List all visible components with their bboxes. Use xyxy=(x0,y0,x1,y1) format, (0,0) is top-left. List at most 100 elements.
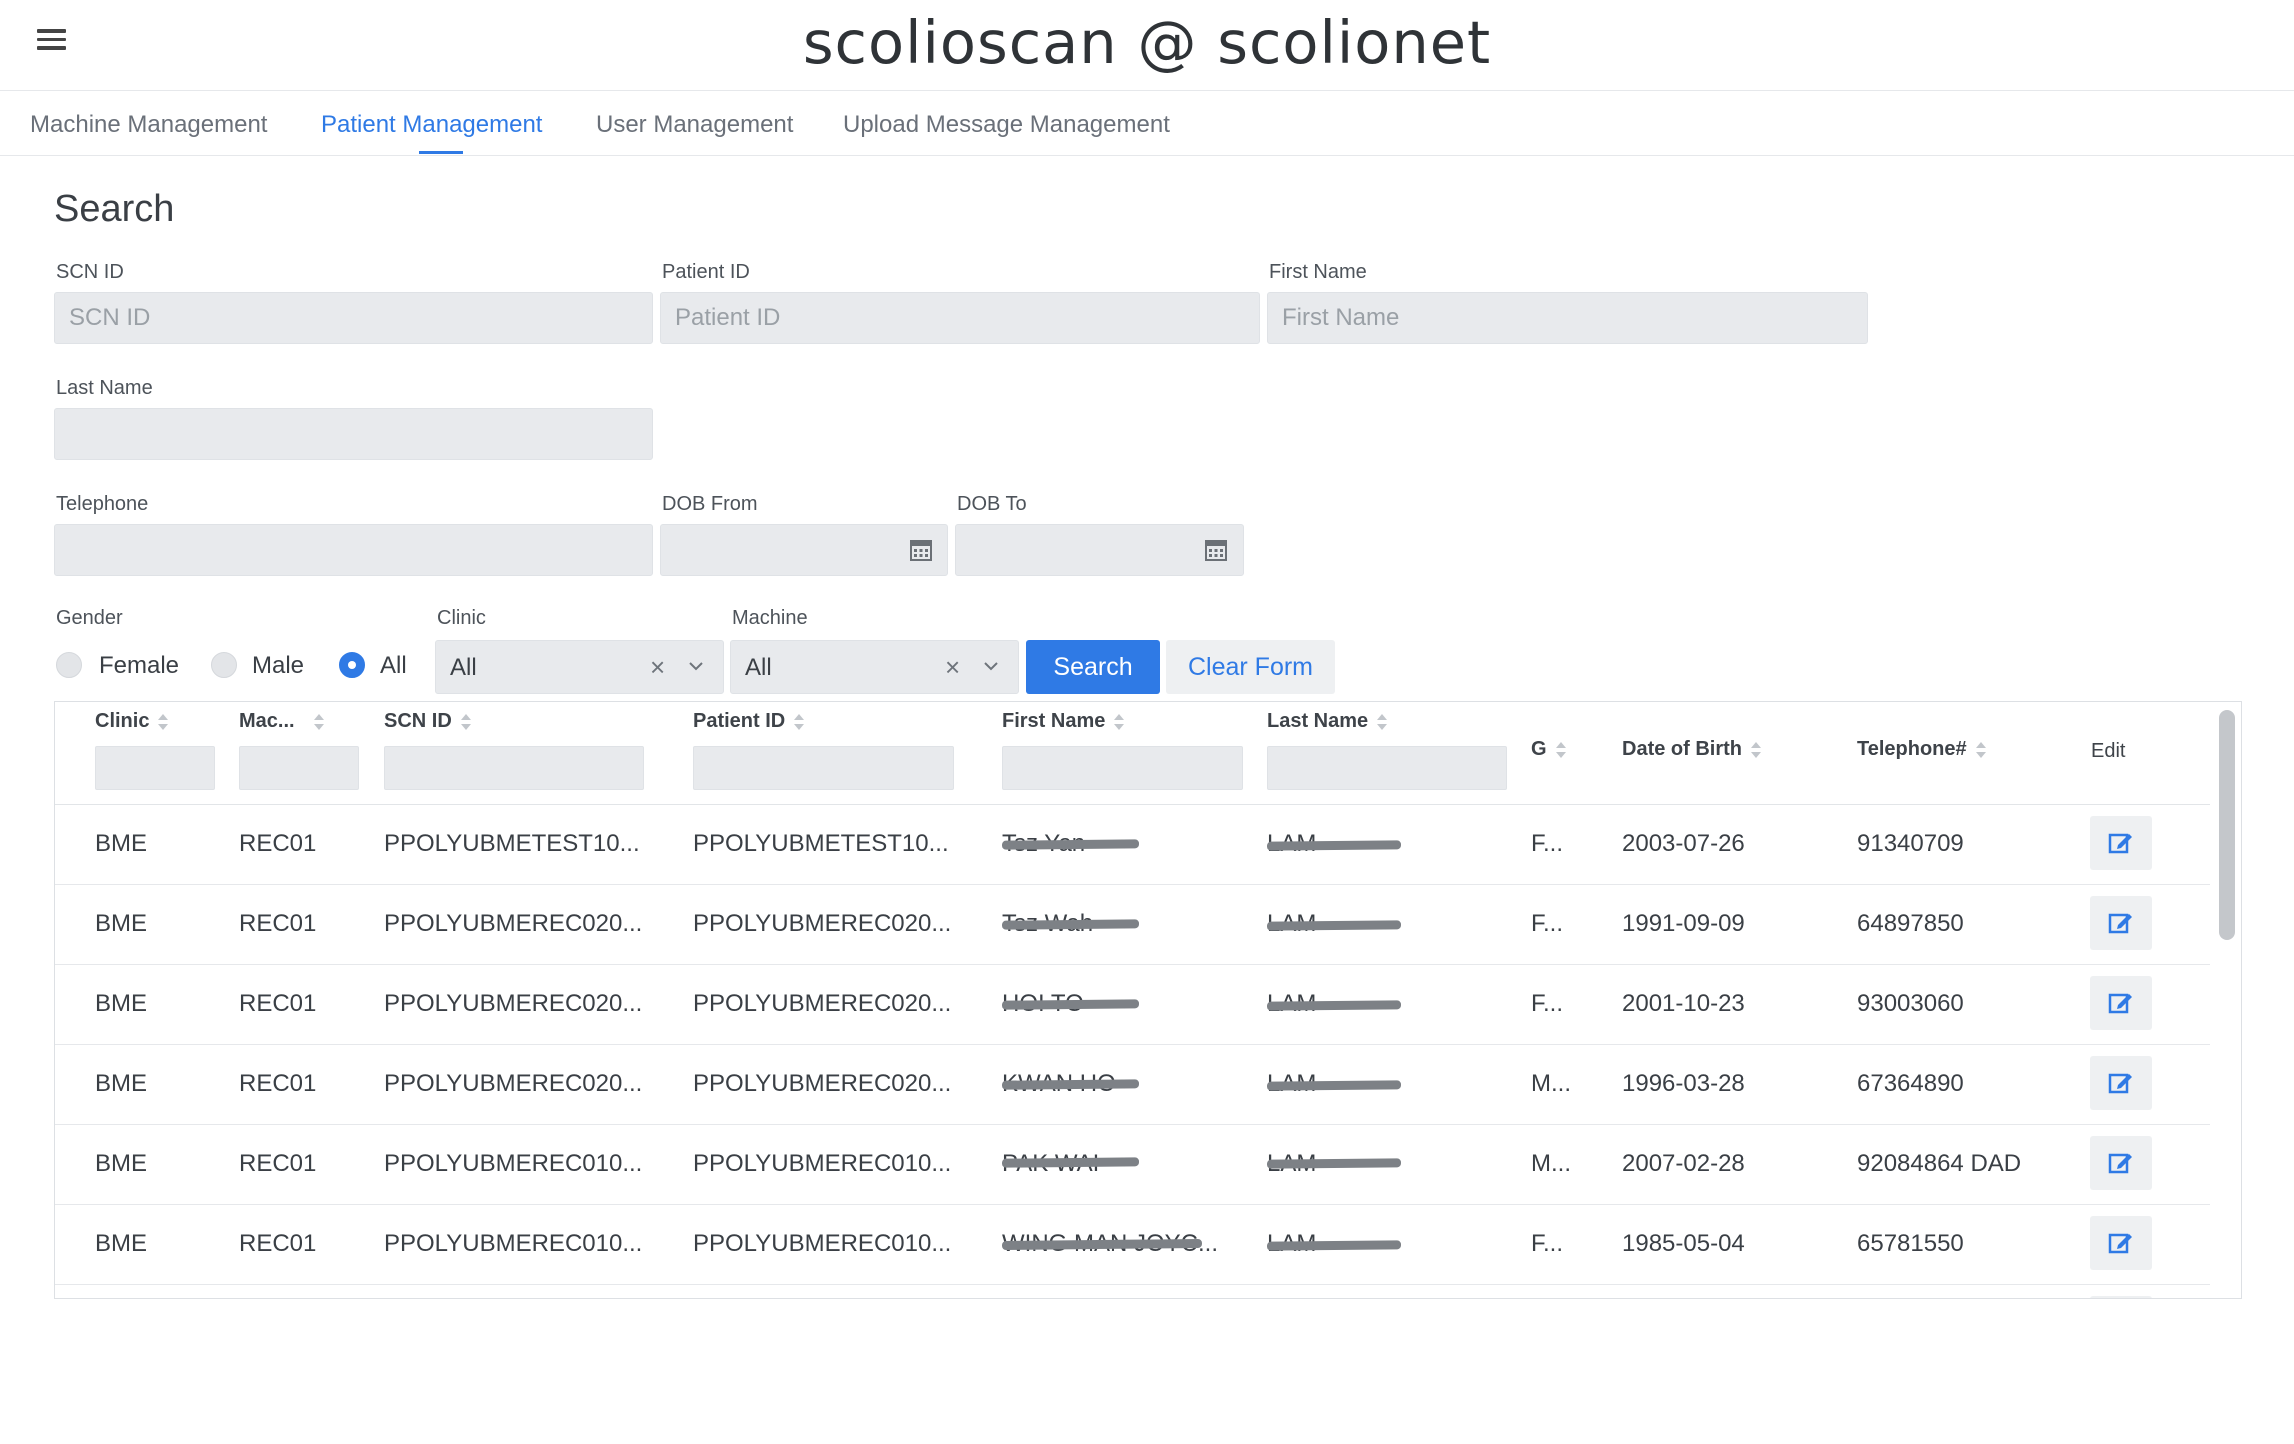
filter-patient-id-input[interactable] xyxy=(693,746,954,790)
clinic-select-value: All xyxy=(450,654,477,681)
filter-first-name-input[interactable] xyxy=(1002,746,1243,790)
column-header-label: Clinic xyxy=(95,710,150,732)
cell-patient-id: PPOLYUBMETEST10... xyxy=(693,830,949,857)
cell-scn-id: PPOLYUBMEREC010... xyxy=(384,1230,643,1257)
telephone-input[interactable] xyxy=(54,524,653,576)
column-header-edit: Edit xyxy=(2091,740,2126,762)
filter-scn-id-input[interactable] xyxy=(384,746,644,790)
redaction-mark xyxy=(1001,999,1140,1010)
close-icon[interactable]: × xyxy=(650,652,665,683)
calendar-icon[interactable] xyxy=(1205,539,1227,561)
patient-id-label: Patient ID xyxy=(662,261,750,283)
table-scrollbar[interactable] xyxy=(2219,710,2235,940)
cell-patient-id: PPOLYUBMEREC020... xyxy=(693,1070,952,1097)
edit-icon xyxy=(2108,833,2132,854)
sort-icon[interactable] xyxy=(1113,713,1125,731)
cell-patient-id: PPOLYUBMEREC010... xyxy=(693,1230,952,1257)
column-header-date-of-birth[interactable]: Date of Birth xyxy=(1622,738,1762,761)
telephone-label: Telephone xyxy=(56,493,149,515)
cell-dob: 2007-02-28 xyxy=(1622,1150,1745,1177)
column-header-gender[interactable]: G xyxy=(1531,738,1567,761)
column-header-patient-id[interactable]: Patient ID xyxy=(693,710,805,733)
cell-clinic: BME xyxy=(95,910,148,937)
edit-button[interactable] xyxy=(2090,1296,2152,1298)
edit-button[interactable] xyxy=(2090,1056,2152,1110)
tab-patient-management[interactable]: Patient Management xyxy=(321,111,542,139)
calendar-icon[interactable] xyxy=(910,539,932,561)
dob-from-input[interactable] xyxy=(660,524,948,576)
cell-machine: REC01 xyxy=(239,1150,317,1177)
column-header-label: G xyxy=(1531,738,1547,760)
cell-gender: M... xyxy=(1531,1150,1571,1177)
column-header-clinic[interactable]: Clinic xyxy=(95,710,169,733)
tab-machine-management[interactable]: Machine Management xyxy=(30,111,267,139)
clinic-select[interactable]: All × xyxy=(435,640,724,694)
close-icon[interactable]: × xyxy=(945,652,960,683)
patient-id-input[interactable] xyxy=(660,292,1260,344)
redaction-mark xyxy=(1266,1158,1402,1169)
search-button[interactable]: Search xyxy=(1026,640,1160,694)
cell-scn-id: PPOLYUBMEREC020... xyxy=(384,1070,643,1097)
table-row[interactable]: BME REC01 PPOLYUBMEREC010... PPOLYUBMERE… xyxy=(55,1204,2210,1285)
last-name-input[interactable] xyxy=(54,408,653,460)
edit-button[interactable] xyxy=(2090,896,2152,950)
tab-bar: Machine Management Patient Management Us… xyxy=(0,91,2294,156)
column-header-label: Patient ID xyxy=(693,710,786,732)
column-header-telephone[interactable]: Telephone# xyxy=(1857,738,1987,761)
column-header-machine[interactable]: Mac... xyxy=(239,710,325,733)
redaction-mark xyxy=(1266,1000,1402,1011)
filter-last-name-input[interactable] xyxy=(1267,746,1507,790)
app-title: scolioscan @ scolionet xyxy=(802,8,1492,77)
tab-upload-message-management[interactable]: Upload Message Management xyxy=(843,111,1170,139)
gender-female-label[interactable]: Female xyxy=(99,652,179,680)
dob-to-input[interactable] xyxy=(955,524,1244,576)
gender-all-label[interactable]: All xyxy=(380,652,407,680)
sort-icon[interactable] xyxy=(460,713,472,731)
redaction-mark xyxy=(1266,920,1402,931)
gender-all-radio[interactable] xyxy=(339,652,365,678)
gender-label: Gender xyxy=(56,607,123,629)
filter-clinic-input[interactable] xyxy=(95,746,215,790)
gender-female-radio[interactable] xyxy=(56,652,82,678)
table-row[interactable]: BME REC01 PPOLYUBMEREC010... PPOLYUBMERE… xyxy=(55,1124,2210,1205)
chevron-down-icon[interactable] xyxy=(984,659,998,673)
scn-id-input[interactable] xyxy=(54,292,653,344)
table-row[interactable]: BME REC01 PPOLYUBMEREC020... PPOLYUBMERE… xyxy=(55,884,2210,965)
machine-select[interactable]: All × xyxy=(730,640,1019,694)
table-row[interactable]: BME REC01 PPOLYUBMETEST10... PPOLYUBMETE… xyxy=(55,804,2210,885)
cell-scn-id: PPOLYUBMEREC020... xyxy=(384,910,643,937)
cell-dob: 1985-05-04 xyxy=(1622,1230,1745,1257)
sort-icon[interactable] xyxy=(313,713,325,731)
sort-icon[interactable] xyxy=(1750,741,1762,759)
clear-form-button[interactable]: Clear Form xyxy=(1166,640,1335,694)
filter-machine-input[interactable] xyxy=(239,746,359,790)
sort-icon[interactable] xyxy=(1376,713,1388,731)
gender-male-radio[interactable] xyxy=(211,652,237,678)
sort-icon[interactable] xyxy=(1975,741,1987,759)
table-header: Clinic Mac... SCN ID Patient ID First Na… xyxy=(55,702,2210,805)
gender-male-label[interactable]: Male xyxy=(252,652,304,680)
clinic-label: Clinic xyxy=(437,607,486,629)
search-section-title: Search xyxy=(54,188,175,230)
edit-button[interactable] xyxy=(2090,976,2152,1030)
column-header-last-name[interactable]: Last Name xyxy=(1267,710,1388,733)
edit-button[interactable] xyxy=(2090,1216,2152,1270)
table-row[interactable]: BME REC01 PPOLYUBMEREC020... PPOLYUBMERE… xyxy=(55,964,2210,1045)
cell-scn-id: PPOLYUBMEREC020... xyxy=(384,990,643,1017)
sort-icon[interactable] xyxy=(157,713,169,731)
tab-user-management[interactable]: User Management xyxy=(596,111,793,139)
cell-clinic: BME xyxy=(95,830,148,857)
column-header-first-name[interactable]: First Name xyxy=(1002,710,1125,733)
sort-icon[interactable] xyxy=(1555,741,1567,759)
cell-gender: F... xyxy=(1531,1230,1564,1257)
cell-patient-id: PPOLYUBMEREC020... xyxy=(693,910,952,937)
sort-icon[interactable] xyxy=(793,713,805,731)
first-name-input[interactable] xyxy=(1267,292,1868,344)
edit-button[interactable] xyxy=(2090,816,2152,870)
chevron-down-icon[interactable] xyxy=(689,659,703,673)
edit-button[interactable] xyxy=(2090,1136,2152,1190)
table-row[interactable]: BME REC01 PPOLYUBMEREC020... PPOLYUBMERE… xyxy=(55,1044,2210,1125)
column-header-scn-id[interactable]: SCN ID xyxy=(384,710,472,733)
column-header-label: Date of Birth xyxy=(1622,738,1742,760)
cell-dob: 1996-03-28 xyxy=(1622,1070,1745,1097)
